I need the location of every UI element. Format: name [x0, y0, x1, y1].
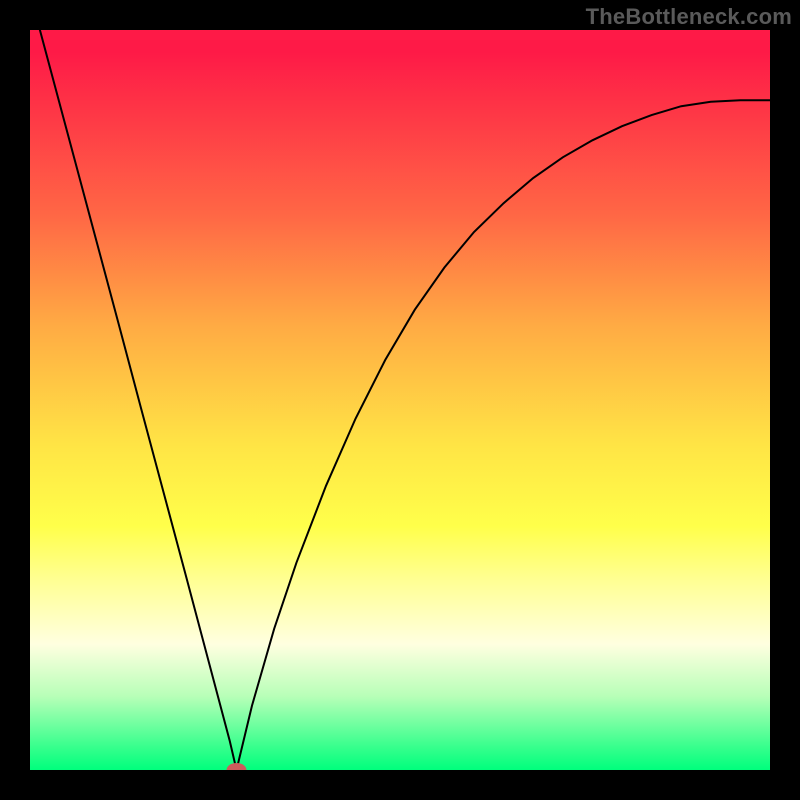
watermark: TheBottleneck.com — [586, 4, 792, 30]
v-curve — [30, 30, 770, 770]
min-marker — [227, 763, 247, 770]
chart-svg — [30, 30, 770, 770]
gradient-plot-area — [30, 30, 770, 770]
